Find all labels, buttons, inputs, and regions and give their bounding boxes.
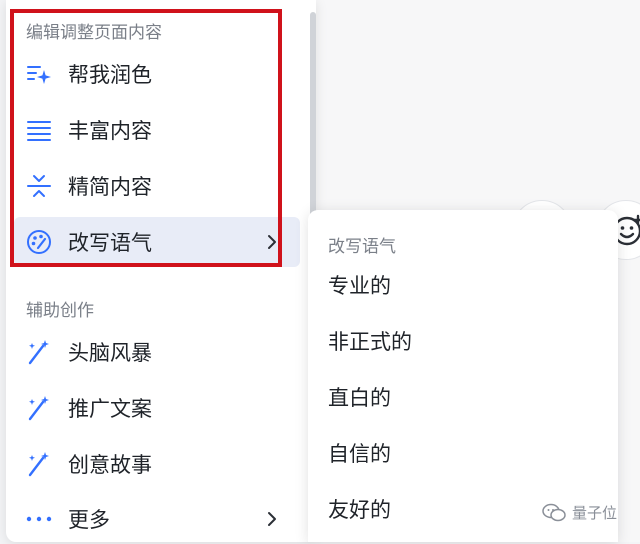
menu-item-label: 头脑风暴 — [68, 341, 152, 365]
menu-item-promo-copy[interactable]: 推广文案 — [14, 383, 300, 433]
menu-item-label: 更多 — [68, 508, 110, 532]
section-create-title: 辅助创作 — [26, 301, 94, 321]
sparkle-lines-icon — [26, 61, 52, 87]
ai-assist-menu: 编辑调整页面内容 帮我润色 丰富内容 精简内容 改写语气 辅助创作 头脑风暴 推… — [6, 0, 316, 542]
submenu-title: 改写语气 — [328, 237, 396, 257]
section-edit-title: 编辑调整页面内容 — [26, 23, 162, 43]
tone-submenu: 改写语气 专业的 非正式的 直白的 自信的 友好的 — [308, 210, 618, 542]
menu-item-label: 丰富内容 — [68, 119, 152, 143]
menu-item-enrich[interactable]: 丰富内容 — [14, 105, 300, 155]
lines-icon — [26, 117, 52, 143]
menu-item-label: 推广文案 — [68, 397, 152, 421]
menu-item-brainstorm[interactable]: 头脑风暴 — [14, 327, 300, 377]
menu-item-label: 改写语气 — [68, 231, 152, 255]
menu-item-more[interactable]: 更多 — [14, 494, 300, 544]
tone-option-confident[interactable]: 自信的 — [316, 428, 610, 478]
tone-option-professional[interactable]: 专业的 — [316, 260, 610, 310]
magic-wand-icon — [26, 451, 52, 477]
compress-icon — [26, 173, 52, 199]
menu-item-label: 精简内容 — [68, 175, 152, 199]
watermark-text: 量子位 — [572, 504, 618, 522]
menu-item-polish[interactable]: 帮我润色 — [14, 49, 300, 99]
tone-option-direct[interactable]: 直白的 — [316, 372, 610, 422]
tone-option-casual[interactable]: 非正式的 — [316, 316, 610, 366]
magic-wand-icon — [26, 395, 52, 421]
chevron-right-icon — [268, 512, 276, 526]
chevron-right-icon — [268, 235, 276, 249]
magic-wand-icon — [26, 339, 52, 365]
menu-item-rewrite-tone[interactable]: 改写语气 — [14, 217, 300, 267]
menu-item-simplify[interactable]: 精简内容 — [14, 161, 300, 211]
menu-item-label: 创意故事 — [68, 453, 152, 477]
menu-item-creative-story[interactable]: 创意故事 — [14, 439, 300, 489]
menu-item-label: 帮我润色 — [68, 63, 152, 87]
more-dots-icon — [26, 506, 52, 532]
wechat-icon — [542, 503, 566, 521]
palette-icon — [26, 229, 52, 255]
watermark: 量子位 — [542, 502, 617, 523]
